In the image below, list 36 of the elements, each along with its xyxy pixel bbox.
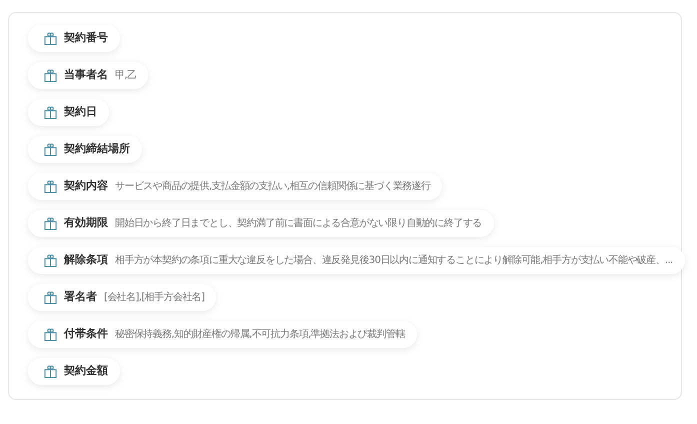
- field-label: 解除条項: [64, 252, 108, 268]
- field-label: 付帯条件: [64, 326, 108, 342]
- field-chip[interactable]: 解除条項 相手方が本契約の条項に重大な違反をした場合、違反発見後30日以内に通知することにより解除可能,相手方が支払い不能や破産、...: [28, 247, 685, 274]
- field-chip[interactable]: 契約締結場所: [28, 136, 142, 163]
- field-value: 秘密保持義務,知的財産権の帰属,不可抗力条項,準拠法および裁判管轄: [115, 328, 405, 342]
- field-chip[interactable]: 契約内容 サービスや商品の提供,支払金額の支払い,相互の信頼関係に基づく業務遂行: [28, 173, 442, 200]
- field-label: 当事者名: [64, 67, 108, 84]
- field-label: 契約番号: [64, 30, 108, 46]
- gift-box-icon: [44, 106, 57, 119]
- field-value: サービスや商品の提供,支払金額の支払い,相互の信頼関係に基づく業務遂行: [115, 180, 430, 194]
- field-chip[interactable]: 当事者名 甲,乙: [28, 62, 148, 89]
- field-chip[interactable]: 契約金額: [28, 358, 120, 385]
- field-label: 契約締結場所: [64, 141, 130, 158]
- field-chip[interactable]: 契約日: [28, 99, 109, 126]
- field-value: 甲,乙: [115, 69, 136, 83]
- field-chip[interactable]: 契約番号: [28, 25, 120, 52]
- field-value: [会社名],[相手方会社名]: [104, 290, 204, 305]
- field-label: 契約金額: [64, 363, 108, 380]
- field-label: 契約日: [64, 104, 97, 120]
- gift-box-icon: [44, 365, 57, 378]
- field-value: 相手方が本契約の条項に重大な違反をした場合、違反発見後30日以内に通知することにより解除可能,相手方が支払い不能や破産、...: [115, 254, 673, 268]
- gift-box-icon: [44, 217, 57, 230]
- field-chip[interactable]: 署名者 [会社名],[相手方会社名]: [28, 284, 216, 311]
- gift-box-icon: [44, 328, 57, 341]
- field-label: 有効期限: [64, 215, 108, 232]
- field-label: 契約内容: [64, 178, 108, 194]
- gift-box-icon: [44, 254, 57, 267]
- field-chip[interactable]: 付帯条件 秘密保持義務,知的財産権の帰属,不可抗力条項,準拠法および裁判管轄: [28, 321, 417, 348]
- field-value: 開始日から終了日までとし、契約満了前に書面による合意がない限り自動的に終了する: [115, 216, 482, 231]
- gift-box-icon: [44, 143, 57, 156]
- field-chip[interactable]: 有効期限 開始日から終了日までとし、契約満了前に書面による合意がない限り自動的に終了する: [28, 210, 494, 237]
- gift-box-icon: [44, 69, 57, 82]
- gift-box-icon: [44, 291, 57, 304]
- gift-box-icon: [44, 32, 57, 45]
- field-label: 署名者: [64, 289, 97, 306]
- gift-box-icon: [44, 180, 57, 193]
